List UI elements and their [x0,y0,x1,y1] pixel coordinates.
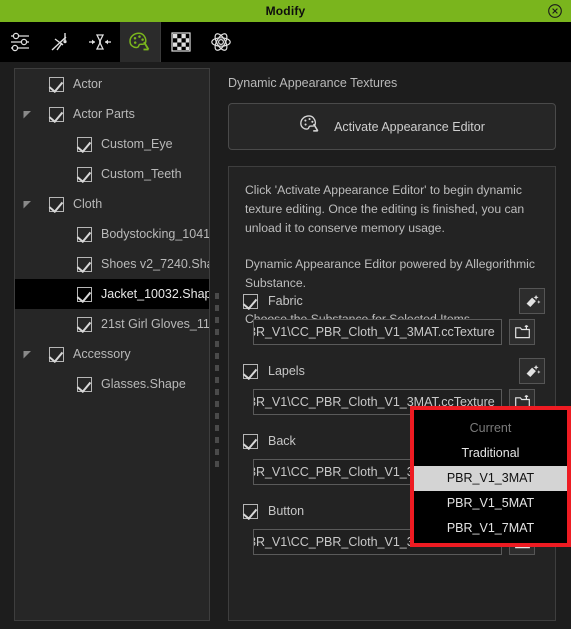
tree-item-label: Bodystocking_10413. [101,227,210,241]
tree-item-21st-girl-gloves-1151[interactable]: 21st Girl Gloves_1151 [15,309,209,339]
tree-item-checkbox[interactable] [49,196,64,212]
substance-checkbox[interactable] [243,363,258,379]
substance-header: Fabric [243,287,545,315]
physics-atom-icon[interactable] [201,22,241,62]
tree-item-jacket-10032-shape[interactable]: Jacket_10032.Shape [15,279,209,309]
substance-checkbox[interactable] [243,293,258,309]
tree-item-checkbox[interactable] [77,376,92,392]
substance-checkbox[interactable] [243,503,258,519]
info-box: Click 'Activate Appearance Editor' to be… [228,166,556,621]
tree-item-checkbox[interactable] [49,346,64,362]
tree-item-custom-teeth[interactable]: Custom_Teeth [15,159,209,189]
expander-collapse-icon[interactable] [19,99,35,129]
dropdown-option[interactable]: PBR_V1_3MAT [414,466,567,491]
close-icon[interactable] [547,3,563,19]
substance-dropdown-items: Current Traditional PBR_V1_3MAT PBR_V1_5MAT… [414,410,567,547]
page-title: Dynamic Appearance Textures [228,76,398,90]
tree-item-label: Glasses.Shape [101,377,186,391]
tree-item-cloth[interactable]: Cloth [15,189,209,219]
substance-checkbox[interactable] [243,433,258,449]
object-tree-panel[interactable]: Actor Actor Parts Custom_Eye Custom_Teeth Cl… [14,68,210,621]
substance-path-input[interactable]: 3R_V1\CC_PBR_Cloth_V1_3MAT.ccTexture [253,319,502,345]
tree-item-glasses-shape[interactable]: Glasses.Shape [15,369,209,399]
tree-item-bodystocking-10413[interactable]: Bodystocking_10413. [15,219,209,249]
attribute-sliders-icon[interactable] [0,22,40,62]
activate-button-label: Activate Appearance Editor [334,119,485,134]
folder-load-icon[interactable] [509,319,535,345]
tree-item-checkbox[interactable] [77,256,92,272]
tree-item-label: 21st Girl Gloves_1151 [101,317,210,331]
tree-item-label: Actor Parts [73,107,135,121]
tree-item-checkbox[interactable] [77,136,92,152]
checker-texture-icon[interactable] [161,22,201,62]
tree-item-actor[interactable]: Actor [15,69,209,99]
dropdown-option: Current [469,421,512,435]
tree-item-accessory[interactable]: Accessory [15,339,209,369]
substance-dropdown-menu[interactable]: Current Traditional PBR_V1_3MAT PBR_V1_5MAT… [410,406,571,547]
panel-body: Actor Actor Parts Custom_Eye Custom_Teeth Cl… [0,62,571,629]
substance-row: Fabric 3R_V1\CC_PBR_Cloth_V1_3MAT.ccTextu… [243,287,545,345]
tree-item-actor-parts[interactable]: Actor Parts [15,99,209,129]
splitter-grip-icon [215,293,219,473]
substance-label: Fabric [268,294,303,308]
activate-appearance-editor-button[interactable]: Activate Appearance Editor [228,103,556,150]
substance-header: Lapels [243,357,545,385]
tree-item-checkbox[interactable] [77,166,92,182]
panel-splitter[interactable] [212,68,222,621]
tree-item-checkbox[interactable] [77,286,92,302]
tree-item-label: Custom_Eye [101,137,173,151]
tree-item-label: Actor [73,77,103,91]
tree-item-checkbox[interactable] [49,106,64,122]
main-toolbar [0,22,571,62]
appearance-palette-icon [299,113,321,140]
substance-label: Lapels [268,364,305,378]
tree-item-label: Shoes v2_7240.Shap [101,257,210,271]
dropdown-option[interactable]: PBR_V1_7MAT [414,516,567,541]
expander-collapse-icon[interactable] [19,189,35,219]
tree-item-label: Cloth [73,197,103,211]
tree-item-checkbox[interactable] [49,76,64,92]
tree-item-checkbox[interactable] [77,316,92,332]
tree-item-custom-eye[interactable]: Custom_Eye [15,129,209,159]
tree-item-label: Custom_Teeth [101,167,182,181]
substance-apply-icon[interactable] [519,358,545,384]
window-title: Modify [265,4,306,18]
info-paragraph: Click 'Activate Appearance Editor' to be… [245,183,525,235]
substance-field-row: 3R_V1\CC_PBR_Cloth_V1_3MAT.ccTexture [243,319,545,345]
pose-figure-icon[interactable] [40,22,80,62]
substance-label: Back [268,434,296,448]
window-titlebar: Modify [0,0,571,22]
tree-item-label: Jacket_10032.Shape [101,287,210,301]
tree-item-checkbox[interactable] [77,226,92,242]
dropdown-option[interactable]: PBR_V1_5MAT [414,491,567,516]
expander-collapse-icon[interactable] [19,339,35,369]
appearance-palette-icon[interactable] [120,22,160,62]
mesh-collapse-icon[interactable] [80,22,120,62]
tree-item-shoes-v2-7240-shap[interactable]: Shoes v2_7240.Shap [15,249,209,279]
dropdown-option[interactable]: Traditional [414,441,567,466]
substance-label: Button [268,504,305,518]
substance-apply-icon[interactable] [519,288,545,314]
tree-item-label: Accessory [73,347,131,361]
